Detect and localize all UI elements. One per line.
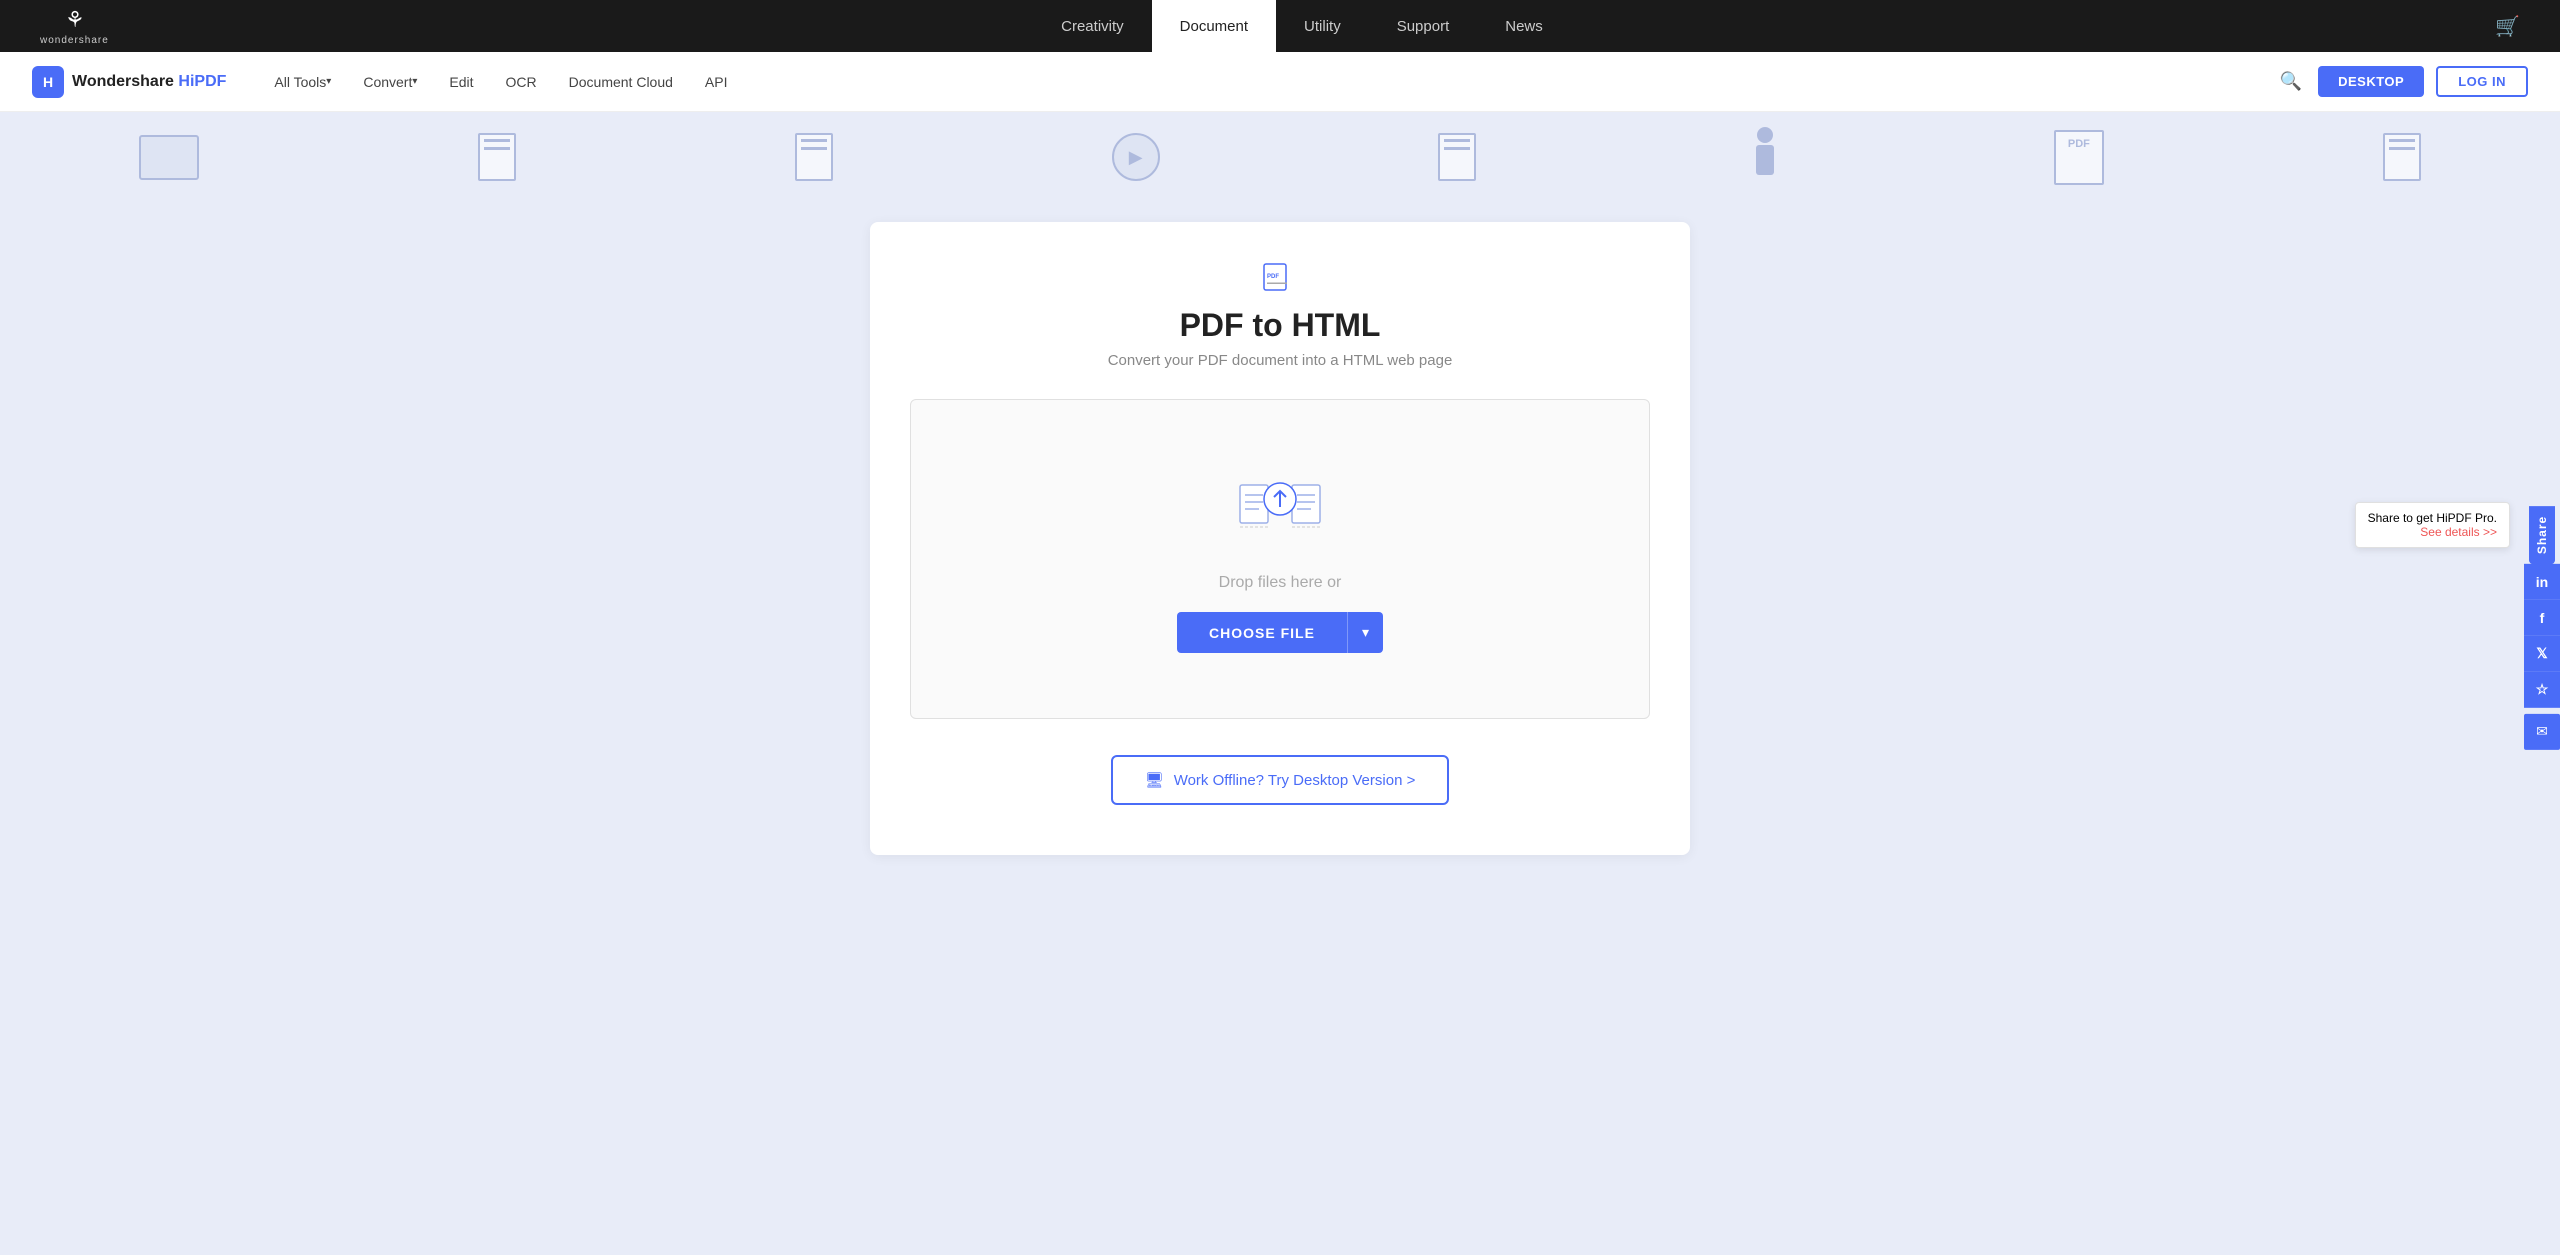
converter-title-area: PDF ▬▬▬▬ PDF to HTML Convert your PDF do… <box>910 262 1650 369</box>
banner-play-btn: ▶ <box>1112 133 1160 181</box>
login-button[interactable]: LOG IN <box>2436 66 2528 97</box>
nav-api[interactable]: API <box>689 52 744 112</box>
nav-all-tools[interactable]: All Tools <box>258 52 347 112</box>
banner-content: ▶ PDF <box>0 112 2560 202</box>
top-nav-links: Creativity Document Utility Support News <box>1033 0 1571 52</box>
offline-desktop-button[interactable]: 🖥 Work Offline? Try Desktop Version > <box>1111 755 1450 805</box>
top-nav-right: 🛒 <box>2495 14 2520 39</box>
banner-element-1 <box>139 135 199 180</box>
share-promo-link[interactable]: See details >> <box>2420 525 2497 539</box>
email-share-button[interactable]: ✉ <box>2524 714 2560 750</box>
nav-item-utility[interactable]: Utility <box>1276 0 1369 52</box>
banner-element-8 <box>2383 133 2421 181</box>
page-subtitle: Convert your PDF document into a HTML we… <box>910 352 1650 369</box>
share-promo-text: Share to get HiPDF Pro. <box>2368 511 2497 525</box>
choose-file-wrapper: CHOOSE FILE ▾ <box>1177 612 1383 653</box>
page-title: PDF to HTML <box>910 307 1650 344</box>
banner-person <box>1755 127 1775 187</box>
offline-btn-label: Work Offline? Try Desktop Version > <box>1174 772 1416 789</box>
brand-logo[interactable]: H Wondershare HiPDF <box>32 66 226 98</box>
pdf-html-icon: PDF ▬▬▬▬ <box>1262 262 1298 299</box>
banner-element-5 <box>1438 133 1476 181</box>
upload-icon <box>1235 465 1325 545</box>
top-navigation: ⚘ wondershare Creativity Document Utilit… <box>0 0 2560 52</box>
choose-file-dropdown-button[interactable]: ▾ <box>1347 612 1383 653</box>
brand-logo-text: Wondershare HiPDF <box>72 73 226 91</box>
upload-icon-wrapper <box>1235 465 1325 550</box>
banner-element-6 <box>1755 127 1775 187</box>
choose-file-button[interactable]: CHOOSE FILE <box>1177 612 1347 653</box>
desktop-button[interactable]: DESKTOP <box>2318 66 2424 97</box>
facebook-share-button[interactable]: f <box>2524 600 2560 636</box>
banner-element-4: ▶ <box>1112 133 1160 181</box>
offline-section: 🖥 Work Offline? Try Desktop Version > <box>910 755 1650 805</box>
share-promo-tooltip: Share to get HiPDF Pro. See details >> <box>2355 502 2510 548</box>
logo-text: wondershare <box>40 35 109 46</box>
banner-box-1 <box>139 135 199 180</box>
banner-doc-w <box>795 133 833 181</box>
drop-area[interactable]: Drop files here or CHOOSE FILE ▾ <box>910 399 1650 719</box>
nav-document-cloud[interactable]: Document Cloud <box>553 52 689 112</box>
monitor-icon: 🖥 <box>1145 771 1164 789</box>
nav-convert[interactable]: Convert <box>347 52 433 112</box>
bookmark-button[interactable]: ☆ <box>2524 672 2560 708</box>
main-content: PDF ▬▬▬▬ PDF to HTML Convert your PDF do… <box>0 202 2560 1255</box>
nav-ocr[interactable]: OCR <box>490 52 553 112</box>
banner-doc-zip <box>478 133 516 181</box>
banner-element-2 <box>478 133 516 181</box>
banner-element-7: PDF <box>2054 130 2104 185</box>
cart-icon[interactable]: 🛒 <box>2495 14 2520 39</box>
converter-card: PDF ▬▬▬▬ PDF to HTML Convert your PDF do… <box>870 222 1690 855</box>
nav-item-document[interactable]: Document <box>1152 0 1276 52</box>
logo-icon: ⚘ <box>65 7 84 33</box>
nav-edit[interactable]: Edit <box>433 52 489 112</box>
twitter-share-button[interactable]: 𝕏 <box>2524 636 2560 672</box>
hipdf-logo-icon: H <box>32 66 64 98</box>
banner-doc-html <box>2383 133 2421 181</box>
secondary-nav-links: All Tools Convert Edit OCR Document Clou… <box>258 52 2275 112</box>
share-label[interactable]: Share <box>2529 505 2555 563</box>
hero-banner: ▶ PDF <box>0 112 2560 202</box>
nav-item-news[interactable]: News <box>1477 0 1571 52</box>
banner-pdf-doc: PDF <box>2054 130 2104 185</box>
share-sidebar: Share in f 𝕏 ☆ ✉ <box>2524 505 2560 749</box>
secondary-navigation: H Wondershare HiPDF All Tools Convert Ed… <box>0 52 2560 112</box>
svg-text:▬▬▬▬: ▬▬▬▬ <box>1267 280 1287 286</box>
wondershare-logo[interactable]: ⚘ wondershare <box>40 7 109 46</box>
nav-item-creativity[interactable]: Creativity <box>1033 0 1152 52</box>
secondary-nav-right: 🔍 DESKTOP LOG IN <box>2276 66 2528 97</box>
linkedin-share-button[interactable]: in <box>2524 564 2560 600</box>
banner-element-3 <box>795 133 833 181</box>
drop-text: Drop files here or <box>1219 574 1342 592</box>
nav-item-support[interactable]: Support <box>1369 0 1478 52</box>
banner-doc-img <box>1438 133 1476 181</box>
search-button[interactable]: 🔍 <box>2276 67 2306 96</box>
